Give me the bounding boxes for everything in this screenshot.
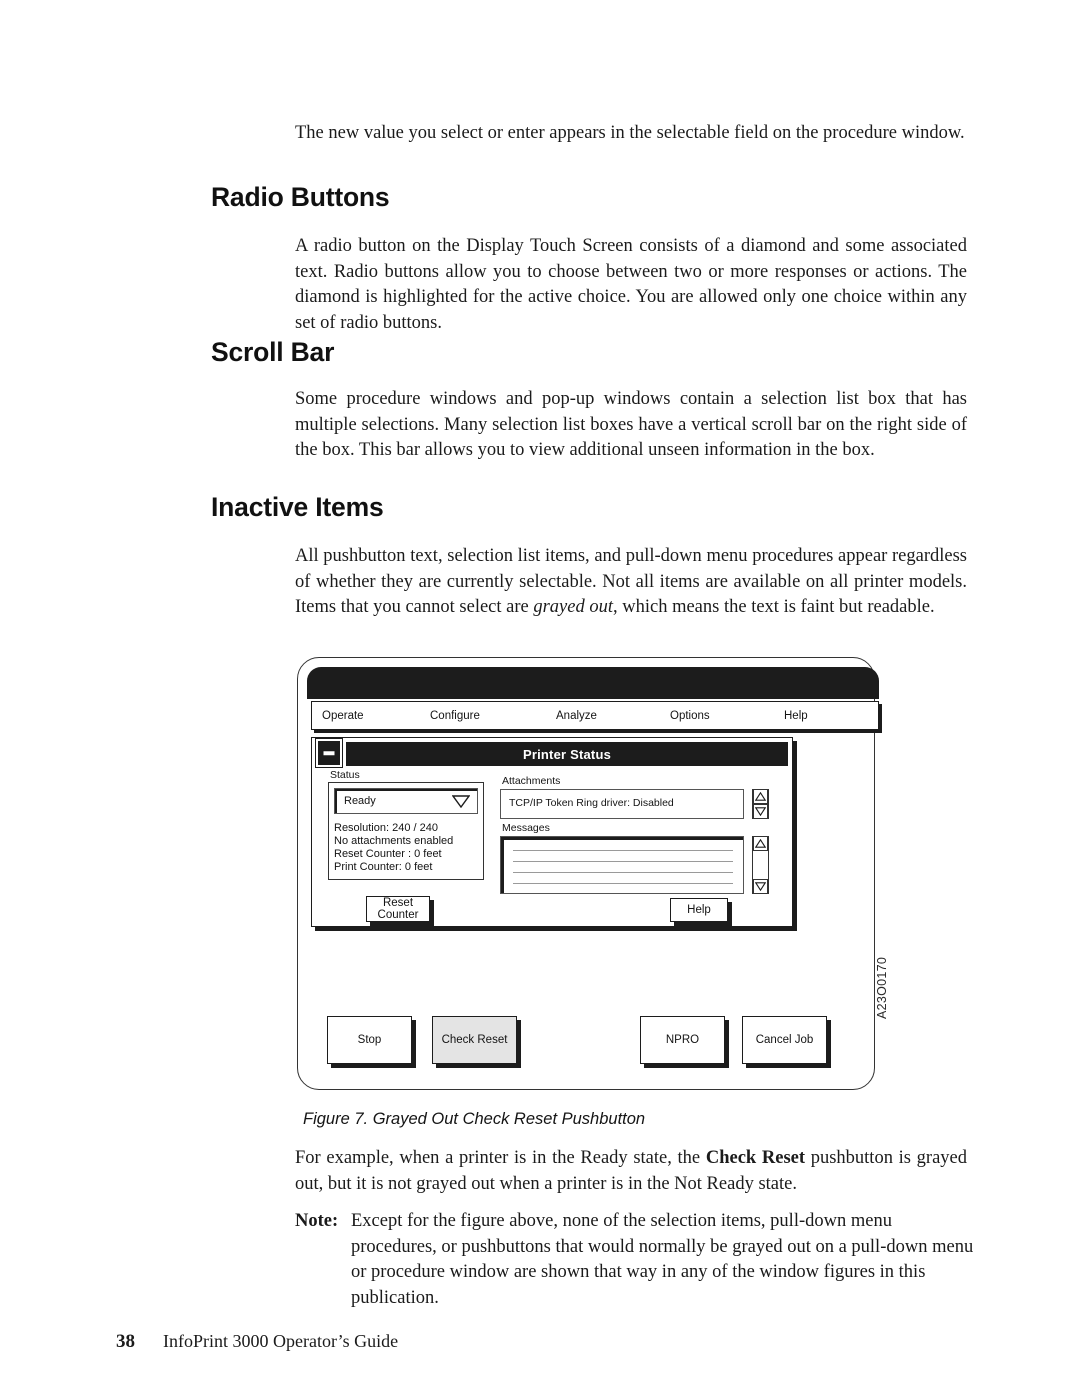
heading-scroll-bar: Scroll Bar [211, 337, 335, 367]
paragraph-radio-buttons: A radio button on the Display Touch Scre… [295, 236, 967, 333]
status-detail-lines: Resolution: 240 / 240 No attachments ena… [334, 822, 453, 874]
menu-item-options[interactable]: Options [670, 710, 710, 722]
intro-paragraph: The new value you select or enter appear… [295, 123, 965, 143]
printer-status-title-background: Printer Status [346, 742, 788, 766]
status-detail-reset-counter: Reset Counter : 0 feet [334, 848, 442, 860]
attachments-list-box[interactable]: TCP/IP Token Ring driver: Disabled [500, 789, 744, 819]
menu-item-help[interactable]: Help [784, 710, 808, 722]
paragraph-after-figure-part1: For example, when a printer is in the Re… [295, 1148, 706, 1168]
messages-row-separator [513, 850, 733, 852]
messages-list-box[interactable] [500, 836, 744, 894]
minimize-icon[interactable] [315, 738, 343, 768]
note-label: Note: [295, 1211, 339, 1231]
attachments-scroll-up-icon[interactable] [753, 788, 768, 804]
menu-item-operate[interactable]: Operate [322, 710, 364, 722]
messages-scroll-up-icon[interactable] [753, 835, 768, 851]
attachments-scroll-down-icon[interactable] [753, 803, 768, 819]
heading-inactive-items: Inactive Items [211, 492, 384, 522]
status-dropdown[interactable]: Ready [334, 788, 478, 814]
status-detail-resolution: Resolution: 240 / 240 [334, 822, 438, 834]
npro-button[interactable]: NPRO [640, 1016, 725, 1064]
attachments-label: Attachments [502, 775, 561, 787]
paragraph-after-figure: For example, when a printer is in the Re… [295, 1146, 967, 1197]
status-detail-attachments: No attachments enabled [334, 835, 454, 847]
page-number: 38 [116, 1331, 135, 1352]
paragraph-inactive-items-part2: , which means the text is faint but read… [613, 597, 935, 617]
reset-counter-button-line2: Counter [377, 909, 419, 921]
menu-bar: Operate Configure Analyze Options Help [311, 701, 879, 730]
document-page: The new value you select or enter appear… [0, 0, 1080, 1397]
chevron-down-icon [452, 795, 470, 808]
footer-title: InfoPrint 3000 Operator’s Guide [163, 1331, 399, 1351]
attachments-value: TCP/IP Token Ring driver: Disabled [509, 797, 674, 809]
printer-status-titlebar: Printer Status [315, 738, 788, 768]
printer-status-title: Printer Status [522, 746, 612, 762]
stop-button[interactable]: Stop [327, 1016, 412, 1064]
paragraph-inactive-items: All pushbutton text, selection list item… [295, 544, 967, 621]
messages-scrollbar[interactable] [752, 835, 769, 894]
messages-label: Messages [502, 822, 550, 834]
attachments-scrollbar[interactable] [752, 788, 769, 819]
reset-counter-button[interactable]: Reset Counter [366, 896, 430, 922]
messages-row-separator [513, 861, 733, 863]
paragraph-scroll-bar: Some procedure windows and pop-up window… [295, 389, 967, 460]
status-dropdown-value: Ready [344, 795, 376, 807]
reset-counter-button-line1: Reset [382, 896, 414, 909]
check-reset-emphasis: Check Reset [705, 1148, 806, 1168]
note-block: Note: Except for the figure above, none … [295, 1209, 975, 1311]
menu-item-analyze[interactable]: Analyze [556, 710, 597, 722]
note-text: Except for the figure above, none of the… [351, 1211, 974, 1308]
messages-row-separator [513, 883, 733, 885]
figure-id-label: A23O0170 [875, 956, 889, 1019]
printer-touch-screen-figure: Operate Configure Analyze Options Help P… [297, 657, 889, 1092]
cancel-job-button[interactable]: Cancel Job [742, 1016, 827, 1064]
panel-title-strip [307, 667, 879, 699]
grayed-out-emphasis: grayed out [533, 597, 613, 617]
heading-radio-buttons: Radio Buttons [211, 182, 390, 212]
page-footer: 38 InfoPrint 3000 Operator’s Guide [116, 1331, 398, 1353]
check-reset-button[interactable]: Check Reset [432, 1016, 517, 1064]
printer-status-window: Printer Status Status Ready Resolution: … [311, 737, 793, 927]
figure-caption: Figure 7. Grayed Out Check Reset Pushbut… [303, 1110, 646, 1128]
messages-scroll-down-icon[interactable] [753, 878, 768, 894]
status-detail-print-counter: Print Counter: 0 feet [334, 861, 433, 873]
menu-item-configure[interactable]: Configure [430, 710, 480, 722]
help-button[interactable]: Help [670, 898, 728, 922]
status-label: Status [330, 769, 360, 781]
messages-row-separator [513, 872, 733, 874]
